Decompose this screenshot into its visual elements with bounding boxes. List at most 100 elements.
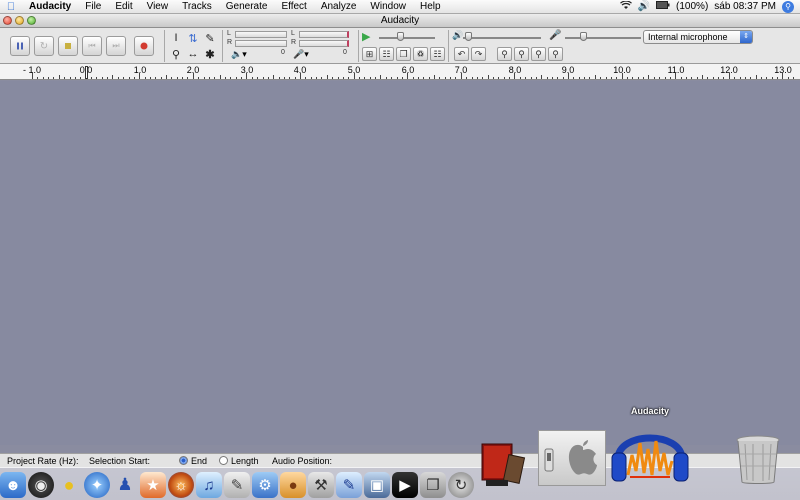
menu-tracks[interactable]: Tracks bbox=[175, 1, 219, 12]
silence-button[interactable]: ☷ bbox=[379, 47, 394, 61]
paint-palette-icon[interactable]: ● bbox=[280, 472, 306, 498]
time-shift-tool-icon[interactable]: ↔ bbox=[185, 47, 201, 61]
firefox-icon[interactable]: ☼ bbox=[168, 472, 194, 498]
ruler-tick bbox=[149, 77, 151, 79]
microphone-icon: 🎤 bbox=[549, 30, 562, 41]
itunes-icon[interactable]: ♫ bbox=[196, 472, 222, 498]
finder-icon[interactable]: ☻ bbox=[0, 472, 26, 498]
ruler-tick bbox=[166, 75, 167, 79]
adium-duck-icon[interactable]: ● bbox=[56, 472, 82, 498]
ruler-tick bbox=[755, 75, 757, 79]
ruler-tick bbox=[123, 77, 125, 79]
close-window-button[interactable] bbox=[3, 16, 12, 25]
preview-icon[interactable]: ❐ bbox=[420, 472, 446, 498]
length-radio[interactable] bbox=[219, 456, 228, 465]
user-icon[interactable]: ♟ bbox=[112, 472, 138, 498]
ruler-tick bbox=[541, 75, 543, 79]
clock[interactable]: sáb 08:37 PM bbox=[714, 1, 776, 12]
skip-to-start-button[interactable]: ⏮ bbox=[82, 36, 102, 56]
ruler-tick bbox=[514, 73, 516, 79]
redo-button[interactable]: ↷ bbox=[471, 47, 486, 61]
pause-button[interactable] bbox=[10, 36, 30, 56]
zoom-tool-icon[interactable]: ⚲ bbox=[168, 47, 184, 61]
ruler-tick bbox=[584, 77, 586, 79]
menu-view[interactable]: View bbox=[140, 1, 176, 12]
minimize-window-button[interactable] bbox=[15, 16, 24, 25]
playhead-marker[interactable] bbox=[85, 66, 88, 79]
fit-selection-button[interactable]: ⚲ bbox=[531, 47, 546, 61]
trim-button[interactable]: ⊞ bbox=[362, 47, 377, 61]
ruler-tick bbox=[37, 77, 39, 79]
wifi-icon[interactable] bbox=[619, 0, 632, 13]
ruler-tick bbox=[407, 73, 409, 79]
switch-apple-icon[interactable] bbox=[538, 430, 606, 486]
menu-effect[interactable]: Effect bbox=[274, 1, 313, 12]
record-button[interactable] bbox=[134, 36, 154, 56]
envelope-tool-icon[interactable]: ⇅ bbox=[185, 31, 201, 45]
ruler-tick bbox=[385, 77, 387, 79]
timeline-ruler[interactable]: - 1.0 0.0 1.0 2.0 3.0 4.0 5.0 6.0 7.0 8.… bbox=[0, 64, 800, 80]
ruler-tick bbox=[498, 77, 500, 79]
ruler-tick bbox=[627, 77, 628, 79]
safari-icon[interactable]: ✦ bbox=[84, 472, 110, 498]
fit-project-button[interactable]: ⚲ bbox=[548, 47, 563, 61]
menu-help[interactable]: Help bbox=[413, 1, 448, 12]
sync-lock-button[interactable]: ☷ bbox=[430, 47, 445, 61]
input-source-select[interactable]: Internal microphone ⇕ bbox=[643, 30, 753, 44]
draw-tool-icon[interactable]: ✎ bbox=[202, 31, 218, 45]
imovie-icon[interactable]: ▶ bbox=[392, 472, 418, 498]
battery-percentage: (100%) bbox=[676, 1, 709, 12]
ruler-tick bbox=[267, 77, 269, 79]
play-loop-button[interactable]: ↻ bbox=[34, 36, 54, 56]
multi-tool-icon[interactable]: ✱ bbox=[202, 47, 218, 61]
ruler-tick bbox=[519, 77, 521, 79]
text-editor-icon[interactable]: ✎ bbox=[336, 472, 362, 498]
end-radio[interactable] bbox=[179, 456, 188, 465]
trash-icon[interactable] bbox=[733, 434, 783, 486]
output-volume-knob[interactable] bbox=[465, 32, 472, 41]
copy-button[interactable]: ❐ bbox=[396, 47, 411, 61]
play-speed-knob[interactable] bbox=[397, 32, 404, 41]
theater-folder-icon[interactable] bbox=[480, 442, 526, 488]
input-volume-slider[interactable] bbox=[565, 37, 641, 39]
popcorn-icon[interactable]: ★ bbox=[140, 472, 166, 498]
battery-icon[interactable] bbox=[656, 1, 670, 12]
output-meter-speaker-icon[interactable]: 🔈▾ bbox=[231, 49, 247, 60]
undo-button[interactable]: ↶ bbox=[454, 47, 469, 61]
zoom-window-button[interactable] bbox=[27, 16, 36, 25]
iphoto-icon[interactable]: ▣ bbox=[364, 472, 390, 498]
skip-to-end-button[interactable]: ⏭ bbox=[106, 36, 126, 56]
zoom-in-button[interactable]: ⚲ bbox=[497, 47, 512, 61]
window-controls bbox=[3, 16, 36, 25]
track-area[interactable] bbox=[0, 81, 800, 445]
script-editor-icon[interactable]: ✎ bbox=[224, 472, 250, 498]
menu-window[interactable]: Window bbox=[363, 1, 413, 12]
apple-menu-icon[interactable]:  bbox=[0, 1, 22, 13]
menu-generate[interactable]: Generate bbox=[219, 1, 275, 12]
stop-button[interactable] bbox=[58, 36, 78, 56]
zoom-out-button[interactable]: ⚲ bbox=[514, 47, 529, 61]
ruler-tick bbox=[482, 77, 484, 79]
play-at-speed-button-icon[interactable]: ▶ bbox=[362, 30, 370, 43]
system-utility-icon[interactable]: ⚙ bbox=[252, 472, 278, 498]
menu-file[interactable]: File bbox=[78, 1, 108, 12]
ruler-tick bbox=[316, 77, 318, 79]
ruler-tick bbox=[450, 77, 452, 79]
ruler-tick bbox=[594, 75, 596, 79]
menu-app-name[interactable]: Audacity bbox=[22, 1, 78, 12]
audacity-dock-icon[interactable] bbox=[608, 415, 692, 487]
ruler-tick bbox=[793, 77, 795, 79]
selection-tool-icon[interactable]: I bbox=[168, 31, 184, 45]
input-volume-knob[interactable] bbox=[580, 32, 587, 41]
split-button[interactable]: ♽ bbox=[413, 47, 428, 61]
tools-icon[interactable]: ⚒ bbox=[308, 472, 334, 498]
dashboard-icon[interactable]: ◉ bbox=[28, 472, 54, 498]
menu-edit[interactable]: Edit bbox=[108, 1, 139, 12]
menu-analyze[interactable]: Analyze bbox=[314, 1, 364, 12]
play-speed-slider[interactable] bbox=[379, 37, 435, 39]
volume-icon[interactable]: 🔊 bbox=[638, 1, 650, 12]
spotlight-icon[interactable]: ⚲ bbox=[782, 0, 794, 13]
sync-icon[interactable]: ↻ bbox=[448, 472, 474, 498]
input-meter-mic-icon[interactable]: 🎤▾ bbox=[293, 49, 309, 60]
output-volume-slider[interactable] bbox=[463, 37, 541, 39]
